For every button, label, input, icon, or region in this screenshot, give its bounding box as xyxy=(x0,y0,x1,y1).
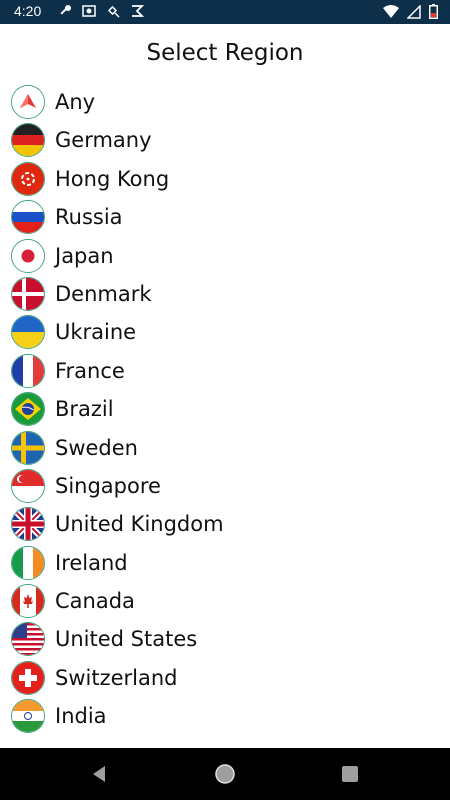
region-name: Germany xyxy=(55,128,152,153)
home-icon[interactable] xyxy=(213,762,237,786)
region-item[interactable]: Japan xyxy=(0,237,450,275)
region-item[interactable]: United States xyxy=(0,620,450,658)
region-name: Japan xyxy=(55,243,114,268)
region-item[interactable]: Russia xyxy=(0,198,450,236)
region-item[interactable]: Brazil xyxy=(0,390,450,428)
region-name: Ukraine xyxy=(55,320,137,345)
japan-flag-icon xyxy=(11,238,45,273)
region-name: Switzerland xyxy=(55,665,178,690)
ireland-flag-icon xyxy=(11,545,45,580)
region-name: Brazil xyxy=(55,397,114,422)
france-flag-icon xyxy=(11,353,45,388)
region-item[interactable]: Switzerland xyxy=(0,659,450,697)
region-item[interactable]: Singapore xyxy=(0,467,450,505)
canada-flag-icon xyxy=(11,584,45,619)
region-item[interactable]: France xyxy=(0,352,450,390)
status-system-icons xyxy=(383,4,438,19)
vpn-icon xyxy=(130,4,144,18)
region-item[interactable]: Canada xyxy=(0,582,450,620)
any-icon xyxy=(11,85,45,119)
region-list[interactable]: Any Germany Hong Kong Russia Japan Denmark Ukr… xyxy=(0,83,450,738)
region-name: United Kingdom xyxy=(55,512,224,537)
region-item[interactable]: Hong Kong xyxy=(0,160,450,198)
region-item[interactable]: Ukraine xyxy=(0,313,450,351)
sweden-flag-icon xyxy=(11,430,45,465)
region-name: Russia xyxy=(55,205,123,230)
battery-low-icon xyxy=(429,4,438,19)
india-flag-icon xyxy=(11,699,45,734)
singapore-flag-icon xyxy=(11,468,45,503)
region-name: Any xyxy=(55,90,96,114)
denmark-flag-icon xyxy=(11,276,45,311)
region-name: Sweden xyxy=(55,435,138,460)
hong-kong-flag-icon xyxy=(11,161,45,196)
russia-flag-icon xyxy=(11,200,45,235)
status-time: 4:20 xyxy=(14,3,42,19)
recents-icon[interactable] xyxy=(338,762,362,786)
region-name: Singapore xyxy=(55,473,161,498)
back-icon[interactable] xyxy=(88,762,112,786)
key-icon xyxy=(58,4,72,18)
satellite-icon xyxy=(106,4,120,18)
region-name: Denmark xyxy=(55,281,152,306)
region-name: Hong Kong xyxy=(55,166,170,191)
region-name: India xyxy=(55,704,107,729)
germany-flag-icon xyxy=(11,123,45,158)
united-kingdom-flag-icon xyxy=(11,507,45,542)
region-item[interactable]: United Kingdom xyxy=(0,505,450,543)
photo-icon xyxy=(82,4,96,18)
region-item[interactable]: Ireland xyxy=(0,544,450,582)
switzerland-flag-icon xyxy=(11,660,45,695)
page-title: Select Region xyxy=(146,40,304,66)
region-name: France xyxy=(55,358,125,383)
navigation-bar xyxy=(0,748,450,800)
wifi-icon xyxy=(383,4,399,19)
region-name: Canada xyxy=(55,589,135,614)
ukraine-flag-icon xyxy=(11,315,45,350)
brazil-flag-icon xyxy=(11,392,45,427)
status-bar: 4:20 xyxy=(0,0,450,24)
region-item[interactable]: Germany xyxy=(0,121,450,159)
signal-icon xyxy=(407,4,421,19)
status-notification-icons xyxy=(58,4,144,18)
region-name: United States xyxy=(55,627,198,652)
region-item[interactable]: India xyxy=(0,697,450,735)
region-item[interactable]: Sweden xyxy=(0,429,450,467)
region-name: Ireland xyxy=(55,550,128,575)
region-item[interactable] xyxy=(0,736,450,738)
united-states-flag-icon xyxy=(11,622,45,657)
region-item[interactable]: Denmark xyxy=(0,275,450,313)
region-item[interactable]: Any xyxy=(0,83,450,121)
